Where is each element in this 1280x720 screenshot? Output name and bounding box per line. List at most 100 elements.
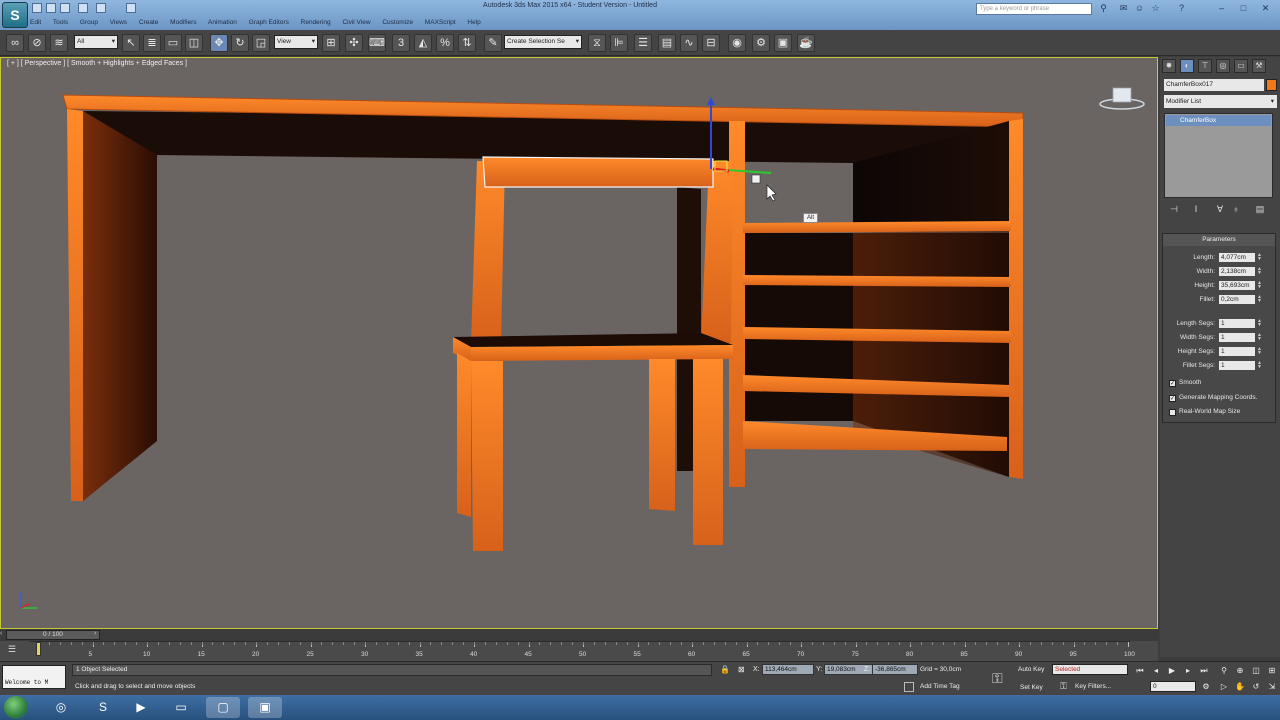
- time-tag-icon[interactable]: [904, 682, 914, 692]
- fillet-spinner[interactable]: ▲ ▼: [1257, 295, 1263, 304]
- width-segs-spinner[interactable]: ▲ ▼: [1257, 333, 1263, 342]
- add-time-tag[interactable]: Add Time Tag: [920, 683, 960, 690]
- named-selection-dropdown[interactable]: Create Selection Se: [504, 35, 582, 49]
- viewcube-icon[interactable]: [1099, 84, 1145, 110]
- remove-modifier-icon[interactable]: ♁: [1230, 203, 1242, 215]
- display-tab-icon[interactable]: ▭: [1234, 59, 1248, 73]
- render-setup-icon[interactable]: ⚙: [752, 34, 770, 52]
- menu-create[interactable]: Create: [139, 19, 159, 26]
- make-unique-icon[interactable]: ∀: [1214, 203, 1226, 215]
- show-end-result-icon[interactable]: Ι: [1190, 203, 1202, 215]
- current-frame-field[interactable]: 0: [1150, 681, 1196, 692]
- save-file-icon[interactable]: [60, 3, 70, 13]
- orbit-icon[interactable]: ↺: [1250, 681, 1262, 692]
- selection-filter-dropdown[interactable]: All: [74, 35, 118, 49]
- menu-customize[interactable]: Customize: [382, 19, 413, 26]
- select-by-name-icon[interactable]: ≣: [143, 34, 161, 52]
- modifier-stack[interactable]: ChamferBox: [1164, 113, 1273, 198]
- length-segs-field[interactable]: 1: [1219, 319, 1255, 328]
- ref-coord-dropdown[interactable]: View: [274, 35, 318, 49]
- communication-icon[interactable]: ✉: [1118, 3, 1129, 14]
- star-icon[interactable]: ☆: [1150, 3, 1161, 14]
- real-world-map-checkbox[interactable]: [1169, 409, 1176, 416]
- length-segs-spinner[interactable]: ▲ ▼: [1257, 319, 1263, 328]
- align-icon[interactable]: ⊫: [610, 34, 628, 52]
- menu-modifiers[interactable]: Modifiers: [170, 19, 196, 26]
- mapping-coords-checkbox[interactable]: ✓: [1169, 395, 1176, 402]
- project-folder-icon[interactable]: [126, 3, 136, 13]
- layer-manager-icon[interactable]: ☰: [634, 34, 652, 52]
- pin-stack-icon[interactable]: ⊣: [1168, 203, 1180, 215]
- prev-frame-icon[interactable]: ◂: [1150, 665, 1162, 676]
- time-slider-thumb[interactable]: 0 / 100: [6, 630, 100, 640]
- set-key-button[interactable]: Set Key: [1020, 684, 1043, 691]
- binoculars-icon[interactable]: ⚲: [1098, 3, 1109, 14]
- edit-named-sets-icon[interactable]: ✎: [484, 34, 502, 52]
- graphite-ribbon-icon[interactable]: ▤: [658, 34, 676, 52]
- select-scale-icon[interactable]: ◲: [252, 34, 270, 52]
- utilities-tab-icon[interactable]: ⚒: [1252, 59, 1266, 73]
- schematic-view-icon[interactable]: ⊟: [702, 34, 720, 52]
- redo-icon[interactable]: [96, 3, 106, 13]
- track-bar[interactable]: ☰ 5 10 15 20 25 30 35 40 45 50 55 60 65 70 75 80 85 90 95 1…: [0, 641, 1158, 661]
- sign-in-icon[interactable]: ☺: [1134, 3, 1145, 14]
- select-rotate-icon[interactable]: ↻: [231, 34, 249, 52]
- menu-help[interactable]: Help: [467, 19, 480, 26]
- 3dsmax-taskbar-icon[interactable]: ▣: [248, 697, 282, 718]
- z-coord-field[interactable]: -36,865cm: [872, 664, 918, 675]
- open-file-icon[interactable]: [46, 3, 56, 13]
- current-frame-marker[interactable]: [36, 642, 41, 656]
- spinner-snap-icon[interactable]: ⇅: [458, 34, 476, 52]
- fillet-segs-field[interactable]: 1: [1219, 361, 1255, 370]
- height-field[interactable]: 35,693cm: [1219, 281, 1255, 290]
- unlink-icon[interactable]: ⊘: [28, 34, 46, 52]
- set-key-icon[interactable]: ⚿: [992, 670, 1003, 687]
- menu-tools[interactable]: Tools: [53, 19, 68, 26]
- frame-ruler[interactable]: 5 10 15 20 25 30 35 40 45 50 55 60 65 70 75 80 85 90 95 100: [30, 641, 1135, 661]
- bind-space-warp-icon[interactable]: ≋: [50, 34, 68, 52]
- width-segs-field[interactable]: 1: [1219, 333, 1255, 342]
- stack-item-chamferbox[interactable]: ChamferBox: [1166, 115, 1271, 126]
- menu-group[interactable]: Group: [80, 19, 98, 26]
- key-set-dropdown[interactable]: Selected: [1052, 664, 1128, 675]
- modifier-list-dropdown[interactable]: Modifier List: [1164, 95, 1277, 108]
- hierarchy-tab-icon[interactable]: ⊤: [1198, 59, 1212, 73]
- undo-icon[interactable]: [78, 3, 88, 13]
- smooth-checkbox[interactable]: ✓: [1169, 380, 1176, 387]
- height-segs-spinner[interactable]: ▲ ▼: [1257, 347, 1263, 356]
- length-field[interactable]: 4,077cm: [1219, 253, 1255, 262]
- file-explorer-icon[interactable]: ▭: [164, 697, 198, 718]
- width-field[interactable]: 2,138cm: [1219, 267, 1255, 276]
- x-coord-field[interactable]: 113,464cm: [762, 664, 814, 675]
- chrome-icon[interactable]: ◎: [44, 697, 78, 718]
- modify-tab-icon[interactable]: ◐: [1180, 59, 1194, 73]
- menu-civil-view[interactable]: Civil View: [342, 19, 370, 26]
- absolute-mode-icon[interactable]: ⊠: [738, 665, 745, 674]
- slider-next-icon[interactable]: ›: [94, 630, 102, 640]
- zoom-extents-all-icon[interactable]: ⊞: [1266, 665, 1278, 676]
- width-spinner[interactable]: ▲ ▼: [1257, 267, 1263, 276]
- next-frame-icon[interactable]: ▸: [1182, 665, 1194, 676]
- select-object-icon[interactable]: ↖: [122, 34, 140, 52]
- rollout-title[interactable]: Parameters: [1163, 234, 1275, 246]
- close-icon[interactable]: ✕: [1260, 3, 1271, 14]
- fillet-field[interactable]: 0,2cm: [1219, 295, 1255, 304]
- goto-start-icon[interactable]: ⏮: [1134, 665, 1146, 676]
- media-player-icon[interactable]: ▶: [124, 697, 158, 718]
- zoom-icon[interactable]: ⚲: [1218, 665, 1230, 676]
- maximize-icon[interactable]: □: [1238, 3, 1249, 14]
- fillet-segs-spinner[interactable]: ▲ ▼: [1257, 361, 1263, 370]
- manipulate-icon[interactable]: ✣: [345, 34, 363, 52]
- object-name-field[interactable]: ChamferBox017: [1164, 79, 1264, 91]
- perspective-viewport[interactable]: [ + ] [ Perspective ] [ Smooth + Highlig…: [0, 57, 1158, 629]
- key-filters-button[interactable]: Key Filters...: [1075, 681, 1127, 693]
- select-move-icon[interactable]: ✥: [210, 34, 228, 52]
- mini-curve-editor-icon[interactable]: ☰: [8, 644, 16, 655]
- system-tray[interactable]: [1120, 697, 1280, 718]
- zoom-extents-icon[interactable]: ◫: [1250, 665, 1262, 676]
- maxscript-listener[interactable]: Welcome to M: [2, 665, 66, 689]
- key-mode-icon[interactable]: ⚿: [1060, 681, 1067, 692]
- auto-key-button[interactable]: Auto Key: [1018, 666, 1044, 673]
- menu-edit[interactable]: Edit: [30, 19, 41, 26]
- menu-animation[interactable]: Animation: [208, 19, 237, 26]
